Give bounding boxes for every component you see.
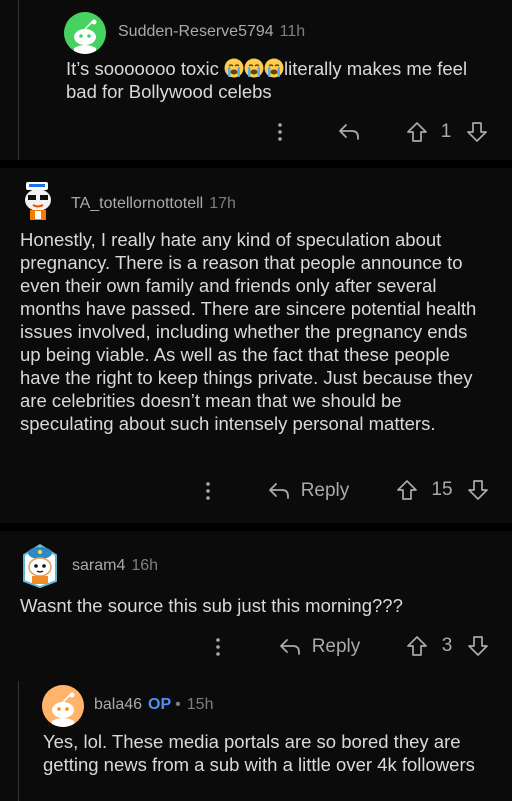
reply-arrow-icon bbox=[279, 639, 300, 655]
upvote-arrow-icon bbox=[407, 636, 427, 656]
comment-ta-totellornottotell: TA_totellornottotell 17h Honestly, I rea… bbox=[0, 168, 512, 523]
downvote-arrow-icon bbox=[468, 480, 488, 500]
upvote-button[interactable] bbox=[404, 633, 430, 659]
comment-separator bbox=[0, 160, 512, 168]
upvote-button[interactable] bbox=[394, 477, 420, 503]
avatar[interactable] bbox=[64, 12, 106, 54]
avatar[interactable] bbox=[18, 541, 62, 589]
comment-text-before: It’s sooooooo toxic bbox=[66, 58, 225, 79]
comment-sudden-reserve: Sudden-Reserve5794 11h It’s sooooooo tox… bbox=[0, 0, 512, 160]
reply-arrow-icon bbox=[339, 124, 359, 140]
more-options-button[interactable] bbox=[208, 635, 228, 659]
snoo-avatar-icon bbox=[23, 543, 57, 589]
comment-saram4: saram4 16h Wasnt the source this sub jus… bbox=[0, 531, 512, 801]
reply-label: Reply bbox=[300, 480, 350, 501]
timestamp: 17h bbox=[209, 195, 236, 212]
avatar[interactable] bbox=[18, 180, 58, 222]
op-badge: OP bbox=[148, 696, 172, 713]
username[interactable]: TA_totellornottotell bbox=[71, 195, 203, 213]
snoo-avatar-icon bbox=[25, 182, 51, 220]
timestamp: 16h bbox=[131, 557, 159, 574]
username[interactable]: bala46 bbox=[94, 696, 142, 714]
comment-separator bbox=[0, 523, 512, 531]
downvote-arrow-icon bbox=[468, 636, 488, 656]
comment-body: Honestly, I really hate any kind of spec… bbox=[20, 229, 477, 434]
upvote-arrow-icon bbox=[407, 122, 427, 142]
more-vertical-icon bbox=[206, 482, 210, 500]
reply-arrow-icon bbox=[268, 483, 289, 499]
comment-meta: bala46 OP • 15h bbox=[94, 696, 213, 714]
reply-button[interactable]: Reply bbox=[273, 633, 365, 661]
meta-separator: • bbox=[175, 696, 181, 713]
more-options-button[interactable] bbox=[270, 120, 290, 144]
reply-button[interactable]: Reply bbox=[262, 477, 354, 505]
more-vertical-icon bbox=[216, 638, 220, 656]
comment-body: Yes, lol. These media portals are so bor… bbox=[43, 731, 475, 775]
vote-score: 3 bbox=[441, 635, 453, 656]
comment-body: Wasnt the source this sub just this morn… bbox=[20, 595, 403, 616]
username[interactable]: Sudden-Reserve5794 bbox=[118, 23, 274, 41]
timestamp: 15h bbox=[186, 696, 214, 713]
vote-score: 1 bbox=[440, 121, 452, 142]
downvote-button[interactable] bbox=[464, 119, 490, 145]
reply-label: Reply bbox=[311, 636, 361, 657]
thread-line bbox=[18, 0, 19, 160]
downvote-button[interactable] bbox=[465, 477, 491, 503]
comment-meta: saram4 16h bbox=[72, 557, 158, 575]
comment-meta: Sudden-Reserve5794 11h bbox=[118, 23, 305, 41]
thread-line bbox=[18, 681, 19, 801]
downvote-arrow-icon bbox=[467, 122, 487, 142]
loudly-crying-face-icon bbox=[244, 58, 264, 78]
upvote-arrow-icon bbox=[397, 480, 417, 500]
comment-meta: TA_totellornottotell 17h bbox=[71, 195, 236, 213]
reply-button[interactable] bbox=[336, 119, 362, 145]
snoo-avatar-icon bbox=[64, 12, 106, 54]
snoo-avatar-icon bbox=[42, 685, 84, 727]
loudly-crying-face-icon bbox=[264, 58, 284, 78]
vote-score: 15 bbox=[431, 479, 453, 500]
more-vertical-icon bbox=[278, 123, 282, 141]
loudly-crying-face-icon bbox=[224, 58, 244, 78]
comment-body: It’s sooooooo toxic literally makes me f… bbox=[66, 57, 486, 103]
timestamp: 11h bbox=[279, 23, 306, 40]
avatar[interactable] bbox=[42, 685, 84, 727]
downvote-button[interactable] bbox=[465, 633, 491, 659]
upvote-button[interactable] bbox=[404, 119, 430, 145]
more-options-button[interactable] bbox=[198, 479, 218, 503]
username[interactable]: saram4 bbox=[72, 557, 125, 575]
